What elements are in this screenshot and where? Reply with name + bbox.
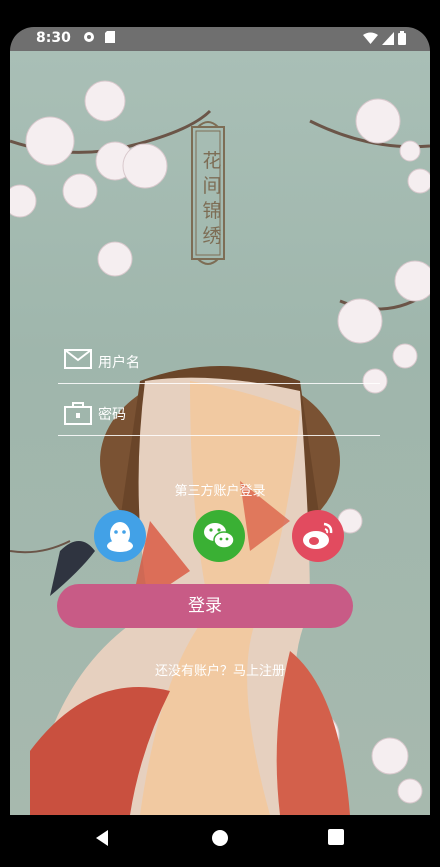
weibo-login-button[interactable]	[292, 510, 344, 562]
wechat-icon	[204, 523, 235, 549]
username-placeholder: 用户名	[98, 355, 140, 371]
lock-icon	[64, 402, 92, 425]
app-title-char: 绣	[202, 225, 222, 247]
device-frame: 8:30 花 间 锦 绣 用户名 密码 第三方账户登录 登录 还没有账户？马上注…	[10, 27, 430, 867]
login-screen: 花 间 锦 绣 用户名 密码 第三方账户登录 登录 还没有账户？马上注册	[10, 51, 430, 815]
back-icon[interactable]	[94, 829, 110, 847]
app-title: 花 间 锦 绣	[200, 149, 224, 249]
navigation-bar	[10, 815, 430, 867]
login-button[interactable]: 登录	[57, 584, 353, 628]
settings-icon	[84, 32, 94, 42]
password-placeholder: 密码	[98, 407, 126, 423]
app-title-char: 锦	[202, 200, 222, 222]
wechat-login-button[interactable]	[193, 510, 245, 562]
password-field[interactable]: 密码	[58, 389, 380, 436]
app-title-char: 花	[202, 150, 222, 172]
signal-icon	[382, 31, 394, 45]
status-bar: 8:30	[10, 27, 430, 51]
qq-icon	[107, 522, 133, 552]
status-time: 8:30	[36, 30, 71, 46]
recents-icon[interactable]	[328, 829, 344, 845]
register-link[interactable]: 还没有账户？马上注册	[10, 660, 430, 679]
app-title-char: 间	[202, 175, 222, 197]
home-icon[interactable]	[211, 829, 229, 847]
username-field[interactable]: 用户名	[58, 337, 380, 384]
weibo-icon	[303, 522, 333, 549]
sd-card-icon	[105, 31, 115, 43]
wifi-icon	[363, 32, 378, 44]
mail-icon	[64, 349, 92, 369]
third-party-title: 第三方账户登录	[174, 484, 266, 499]
qq-login-button[interactable]	[94, 510, 146, 562]
battery-icon	[398, 31, 406, 45]
